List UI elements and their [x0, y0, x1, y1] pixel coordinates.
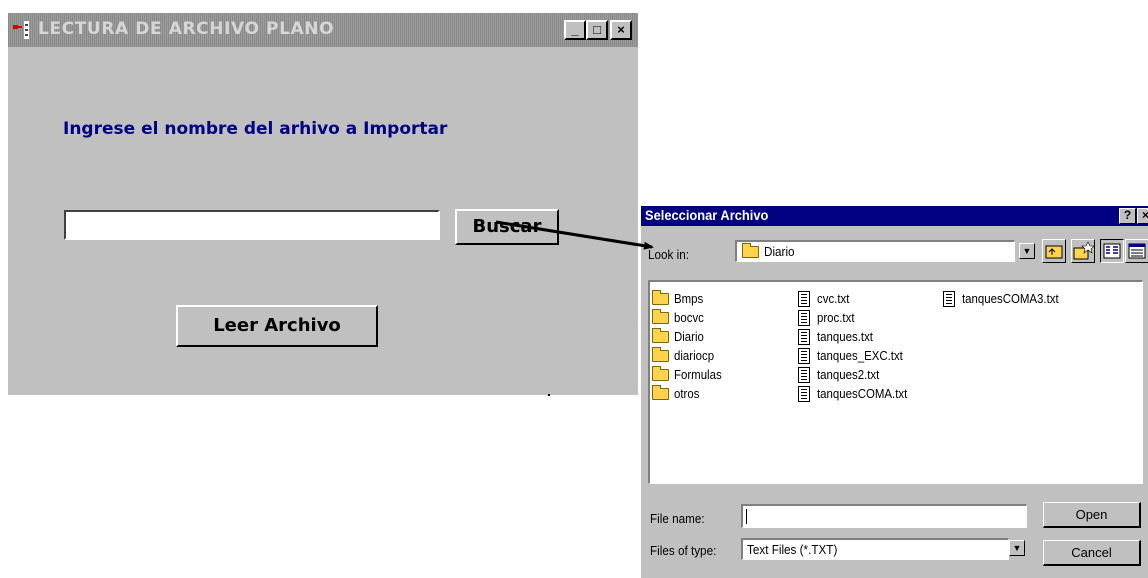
new-folder-button[interactable] — [1071, 239, 1095, 263]
folder-item[interactable]: diariocp — [652, 346, 728, 365]
folder-icon — [652, 327, 669, 343]
minimize-button[interactable]: _ — [564, 20, 586, 40]
up-folder-icon — [1045, 245, 1063, 259]
file-dialog: Seleccionar Archivo ? × Look in: Diario … — [641, 206, 1148, 578]
text-file-icon — [943, 290, 955, 307]
open-folder-icon — [742, 243, 759, 258]
text-file-icon — [798, 366, 810, 383]
file-item[interactable]: cvc.txt — [798, 289, 920, 308]
folder-icon — [652, 308, 669, 324]
close-button[interactable]: × — [610, 20, 632, 40]
file-item[interactable]: tanquesCOMA3.txt — [943, 289, 1072, 308]
app-icon — [13, 21, 29, 39]
text-file-icon — [798, 328, 810, 345]
folder-icon — [652, 289, 669, 305]
text-file-icon — [798, 347, 810, 364]
file-item[interactable]: proc.txt — [798, 308, 920, 327]
folder-item[interactable]: Diario — [652, 327, 728, 346]
dialog-title: Seleccionar Archivo — [645, 207, 769, 223]
folder-icon — [652, 365, 669, 381]
details-view-button[interactable] — [1125, 239, 1148, 263]
look-in-label: Look in: — [648, 247, 689, 262]
dot-mark — [548, 394, 550, 396]
file-list[interactable]: Bmps bocvc Diario diariocp Formulas otro… — [648, 280, 1143, 484]
read-file-button[interactable]: Leer Archivo — [176, 305, 378, 347]
folder-item[interactable]: Bmps — [652, 289, 728, 308]
folder-column: Bmps bocvc Diario diariocp Formulas otro… — [652, 289, 728, 403]
text-file-icon — [798, 309, 810, 326]
details-view-icon — [1128, 243, 1146, 259]
maximize-button[interactable]: □ — [586, 20, 608, 40]
text-file-icon — [798, 385, 810, 402]
list-view-icon — [1103, 243, 1121, 259]
dialog-close-button[interactable]: × — [1137, 208, 1148, 224]
open-button[interactable]: Open — [1043, 502, 1141, 528]
folder-icon — [652, 346, 669, 362]
file-column-2: tanquesCOMA3.txt — [943, 289, 1072, 308]
file-type-dropdown-arrow[interactable]: ▼ — [1009, 540, 1025, 556]
new-folder-icon — [1073, 241, 1095, 260]
file-type-label: Files of type: — [650, 543, 717, 558]
text-file-icon — [798, 290, 810, 307]
text-caret — [746, 509, 747, 524]
list-view-button[interactable] — [1100, 239, 1124, 263]
filename-input[interactable] — [64, 210, 440, 240]
folder-item[interactable]: bocvc — [652, 308, 728, 327]
look-in-combo[interactable]: Diario — [735, 240, 1015, 262]
folder-item[interactable]: Formulas — [652, 365, 728, 384]
cancel-button[interactable]: Cancel — [1043, 540, 1141, 566]
up-folder-button[interactable] — [1042, 239, 1066, 263]
main-window-titlebar[interactable]: LECTURA DE ARCHIVO PLANO _ □ × — [8, 13, 638, 47]
dialog-titlebar[interactable]: Seleccionar Archivo ? × — [641, 206, 1148, 226]
look-in-value: Diario — [764, 244, 795, 259]
help-button[interactable]: ? — [1119, 208, 1136, 224]
file-item[interactable]: tanquesCOMA.txt — [798, 384, 920, 403]
file-type-value: Text Files (*.TXT) — [747, 542, 838, 557]
file-type-combo[interactable]: Text Files (*.TXT) — [741, 538, 1009, 560]
file-item[interactable]: tanques.txt — [798, 327, 920, 346]
look-in-dropdown-arrow[interactable]: ▼ — [1019, 243, 1035, 259]
folder-icon — [652, 384, 669, 400]
folder-item[interactable]: otros — [652, 384, 728, 403]
file-name-label: File name: — [650, 511, 705, 526]
browse-button[interactable]: Buscar — [455, 209, 559, 245]
import-prompt-label: Ingrese el nombre del arhivo a Importar — [63, 119, 448, 139]
file-item[interactable]: tanques_EXC.txt — [798, 346, 920, 365]
file-item[interactable]: tanques2.txt — [798, 365, 920, 384]
main-window-title: LECTURA DE ARCHIVO PLANO — [38, 19, 335, 39]
main-window: LECTURA DE ARCHIVO PLANO _ □ × Ingrese e… — [8, 13, 638, 396]
file-name-input[interactable] — [741, 504, 1027, 528]
file-column: cvc.txt proc.txt tanques.txt tanques_EXC… — [798, 289, 920, 403]
